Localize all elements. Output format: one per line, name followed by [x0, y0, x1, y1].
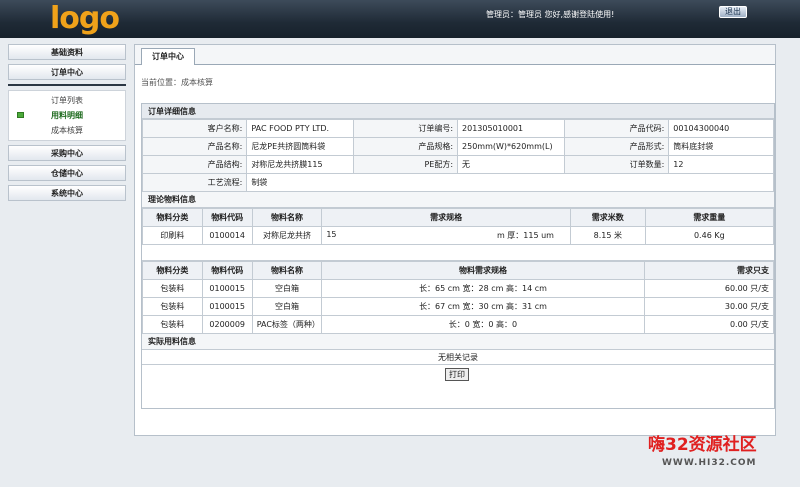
- product-name-label: 产品名称:: [141, 137, 248, 156]
- main-panel: 订单中心 当前位置：成本核算 订单详细信息 客户名称: PAC FOOD PTY…: [134, 44, 776, 436]
- col-header: 物料代码: [201, 261, 253, 280]
- table-row: 包装料 0100015 空白箱 长：67 cm 宽：30 cm 高：31 cm …: [142, 297, 775, 316]
- col-header: 物料分类: [142, 208, 203, 227]
- product-form-label: 产品形式:: [563, 137, 670, 156]
- watermark-text: 嗨32资源社区: [648, 435, 757, 455]
- top-header: logo 管理员：管理员 您好,感谢登陆使用! 退出: [0, 0, 800, 38]
- cell: 0100015: [201, 297, 253, 316]
- order-detail-title: 订单详细信息: [142, 104, 774, 119]
- cell: 0200009: [201, 315, 253, 334]
- product-name-value: 尼龙PE共挤圆筒料袋: [246, 137, 354, 156]
- cell: 长：0 宽：0 高：0: [321, 315, 645, 334]
- submenu-material-detail-label: 用料明细: [51, 111, 83, 120]
- cell: 空白箱: [251, 279, 323, 298]
- product-spec-label: 产品规格:: [352, 137, 459, 156]
- cell: 包装料: [142, 297, 203, 316]
- order-no-value: 201305010001: [457, 119, 565, 138]
- process-value: 制袋: [246, 173, 774, 192]
- qty-value: 12: [668, 155, 774, 174]
- cell: 15 m 厚：115 um: [321, 226, 571, 245]
- table-row: 包装料 0200009 PAC标签（两种） 长：0 宽：0 高：0 0.00 只…: [142, 315, 775, 334]
- no-records-message: 无相关记录: [142, 350, 774, 365]
- order-submenu: 订单列表 用料明细 成本核算: [8, 90, 126, 141]
- product-code-value: 00104300040: [668, 119, 774, 138]
- customer-value: PAC FOOD PTY LTD.: [246, 119, 354, 138]
- divider: [8, 84, 126, 86]
- cell: 长：65 cm 宽：28 cm 高：14 cm: [321, 279, 645, 298]
- print-row: 打印: [142, 365, 774, 385]
- active-bullet-icon: [17, 112, 24, 118]
- theory-material-title: 理论物料信息: [142, 192, 774, 208]
- cell-fragment: m 厚：115 um: [496, 231, 554, 240]
- table-row: 包装料 0100015 空白箱 长：65 cm 宽：28 cm 高：14 cm …: [142, 279, 775, 298]
- cell: 空白箱: [251, 297, 323, 316]
- order-info-table: 客户名称: PAC FOOD PTY LTD. 订单编号: 2013050100…: [141, 119, 774, 192]
- sidebar-item-system-center[interactable]: 系统中心: [8, 185, 126, 201]
- customer-label: 客户名称:: [141, 119, 248, 138]
- submenu-order-list[interactable]: 订单列表: [9, 93, 125, 108]
- cell: 包装料: [142, 315, 203, 334]
- sidebar: 基础资料 订单中心 订单列表 用料明细 成本核算 采购中心 仓储中心 系统中心: [8, 44, 126, 205]
- theory-material-table: 物料分类 物料代码 物料名称 需求规格 需求米数 需求重量 印刷料 010001…: [142, 208, 775, 245]
- col-header: 需求只支: [643, 261, 775, 280]
- actual-material-title: 实际用料信息: [142, 334, 774, 350]
- product-struct-value: 对称尼龙共挤膜115: [246, 155, 354, 174]
- cell: 0100014: [201, 226, 253, 245]
- pe-value: 无: [457, 155, 565, 174]
- cell: 8.15 米: [569, 226, 646, 245]
- col-header: 物料需求规格: [321, 261, 645, 280]
- submenu-material-detail[interactable]: 用料明细: [9, 108, 125, 123]
- sidebar-item-order-center[interactable]: 订单中心: [8, 64, 126, 80]
- cell: 印刷料: [142, 226, 203, 245]
- cell: 30.00 只/支: [643, 297, 775, 316]
- product-spec-value: 250mm(W)*620mm(L): [457, 137, 565, 156]
- sidebar-item-purchase-center[interactable]: 采购中心: [8, 145, 126, 161]
- tab-bar: 订单中心: [135, 45, 775, 65]
- cell: 0.00 只/支: [643, 315, 775, 334]
- sidebar-item-basic-data[interactable]: 基础资料: [8, 44, 126, 60]
- product-form-value: 筒料底封袋: [668, 137, 774, 156]
- col-header: 物料名称: [251, 208, 323, 227]
- col-header: 物料分类: [142, 261, 203, 280]
- col-header: 物料名称: [251, 261, 323, 280]
- welcome-message: 管理员：管理员 您好,感谢登陆使用!: [486, 10, 615, 19]
- tab-order-center[interactable]: 订单中心: [141, 48, 195, 65]
- print-button[interactable]: 打印: [445, 368, 469, 381]
- logo: logo: [50, 1, 120, 36]
- order-detail-panel: 订单详细信息 客户名称: PAC FOOD PTY LTD. 订单编号: 201…: [141, 103, 775, 409]
- materials-table: 物料分类 物料代码 物料名称 物料需求规格 需求只支 包装料 0100015 空…: [142, 261, 775, 334]
- submenu-cost-accounting[interactable]: 成本核算: [9, 123, 125, 138]
- breadcrumb: 当前位置：成本核算: [141, 78, 213, 87]
- table-row: 印刷料 0100014 对称尼龙共挤 15 m 厚：115 um 8.15 米 …: [142, 226, 775, 245]
- col-header: 物料代码: [201, 208, 253, 227]
- cell: PAC标签（两种）: [251, 315, 323, 334]
- col-header: 需求规格: [321, 208, 571, 227]
- sidebar-item-warehouse-center[interactable]: 仓储中心: [8, 165, 126, 181]
- watermark-url: WWW.HI32.COM: [662, 458, 757, 468]
- qty-label: 订单数量:: [563, 155, 670, 174]
- logout-button[interactable]: 退出: [719, 6, 747, 18]
- cell: 60.00 只/支: [643, 279, 775, 298]
- col-header: 需求米数: [569, 208, 646, 227]
- product-struct-label: 产品结构:: [141, 155, 248, 174]
- cell: 对称尼龙共挤: [251, 226, 323, 245]
- cell: 0100015: [201, 279, 253, 298]
- product-code-label: 产品代码:: [563, 119, 670, 138]
- cell: 包装料: [142, 279, 203, 298]
- cell: 长：67 cm 宽：30 cm 高：31 cm: [321, 297, 645, 316]
- cell: 0.46 Kg: [644, 226, 775, 245]
- pe-label: PE配方:: [352, 155, 459, 174]
- cell-fragment: 15: [326, 230, 337, 239]
- col-header: 需求重量: [644, 208, 775, 227]
- order-no-label: 订单编号:: [352, 119, 459, 138]
- process-label: 工艺流程:: [141, 173, 248, 192]
- spacer: [142, 245, 774, 261]
